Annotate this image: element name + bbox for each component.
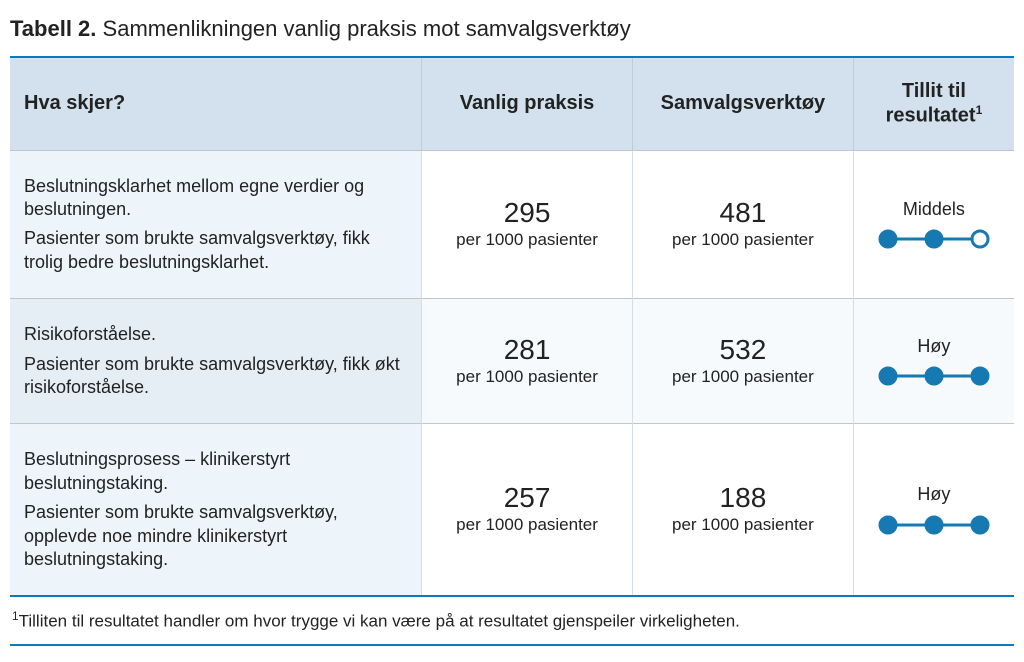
value-standard: 281per 1000 pasienter bbox=[422, 299, 633, 424]
value-number: 295 bbox=[436, 198, 618, 229]
value-unit: per 1000 pasienter bbox=[436, 366, 618, 388]
trust-label: Høy bbox=[868, 335, 1000, 358]
value-unit: per 1000 pasienter bbox=[647, 229, 839, 251]
value-standard: 295per 1000 pasienter bbox=[422, 150, 633, 299]
row-lead: Beslutningsklarhet mellom egne verdier o… bbox=[24, 175, 407, 222]
value-unit: per 1000 pasienter bbox=[647, 366, 839, 388]
trust-scale-icon bbox=[868, 364, 1000, 388]
value-tool: 188per 1000 pasienter bbox=[632, 424, 853, 595]
table-row: Beslutningsklarhet mellom egne verdier o… bbox=[10, 150, 1014, 299]
value-number: 257 bbox=[436, 483, 618, 514]
row-detail: Pasienter som brukte samvalgsverktøy, fi… bbox=[24, 227, 407, 274]
value-unit: per 1000 pasienter bbox=[647, 514, 839, 536]
row-description: Risikoforståelse. Pasienter som brukte sa… bbox=[10, 299, 422, 424]
value-number: 188 bbox=[647, 483, 839, 514]
value-unit: per 1000 pasienter bbox=[436, 229, 618, 251]
table-row: Beslutningsprosess – klinikerstyrt beslu… bbox=[10, 424, 1014, 595]
value-tool: 532per 1000 pasienter bbox=[632, 299, 853, 424]
value-unit: per 1000 pasienter bbox=[436, 514, 618, 536]
value-number: 281 bbox=[436, 335, 618, 366]
title-rest: Sammenlikningen vanlig praksis mot samva… bbox=[103, 16, 631, 41]
footnote: 1Tilliten til resultatet handler om hvor… bbox=[10, 597, 1014, 644]
rule-bottom bbox=[10, 644, 1014, 646]
col-standard: Vanlig praksis bbox=[422, 58, 633, 150]
trust-scale-icon bbox=[868, 513, 1000, 537]
trust-cell: Høy bbox=[853, 424, 1014, 595]
col-trust-label: Tillit til resultatet bbox=[886, 80, 976, 127]
trust-scale-icon bbox=[868, 227, 1000, 251]
trust-label: Middels bbox=[868, 198, 1000, 221]
row-description: Beslutningsprosess – klinikerstyrt beslu… bbox=[10, 424, 422, 595]
col-trust: Tillit til resultatet1 bbox=[853, 58, 1014, 150]
value-standard: 257per 1000 pasienter bbox=[422, 424, 633, 595]
col-trust-sup: 1 bbox=[976, 103, 983, 117]
title-prefix: Tabell 2. bbox=[10, 16, 96, 41]
row-detail: Pasienter som brukte samvalgsverktøy, op… bbox=[24, 501, 407, 571]
comparison-table: Hva skjer? Vanlig praksis Samvalgsverktø… bbox=[10, 58, 1014, 595]
col-tool: Samvalgsverktøy bbox=[632, 58, 853, 150]
value-number: 481 bbox=[647, 198, 839, 229]
col-what: Hva skjer? bbox=[10, 58, 422, 150]
row-lead: Beslutningsprosess – klinikerstyrt beslu… bbox=[24, 448, 407, 495]
footnote-text: Tilliten til resultatet handler om hvor … bbox=[19, 612, 740, 631]
table-title: Tabell 2. Sammenlikningen vanlig praksis… bbox=[10, 16, 1014, 42]
row-lead: Risikoforståelse. bbox=[24, 323, 407, 346]
value-number: 532 bbox=[647, 335, 839, 366]
trust-label: Høy bbox=[868, 483, 1000, 506]
row-description: Beslutningsklarhet mellom egne verdier o… bbox=[10, 150, 422, 299]
value-tool: 481per 1000 pasienter bbox=[632, 150, 853, 299]
trust-cell: Middels bbox=[853, 150, 1014, 299]
table-row: Risikoforståelse. Pasienter som brukte sa… bbox=[10, 299, 1014, 424]
footnote-sup: 1 bbox=[12, 609, 19, 623]
trust-cell: Høy bbox=[853, 299, 1014, 424]
row-detail: Pasienter som brukte samvalgsverktøy, fi… bbox=[24, 353, 407, 400]
